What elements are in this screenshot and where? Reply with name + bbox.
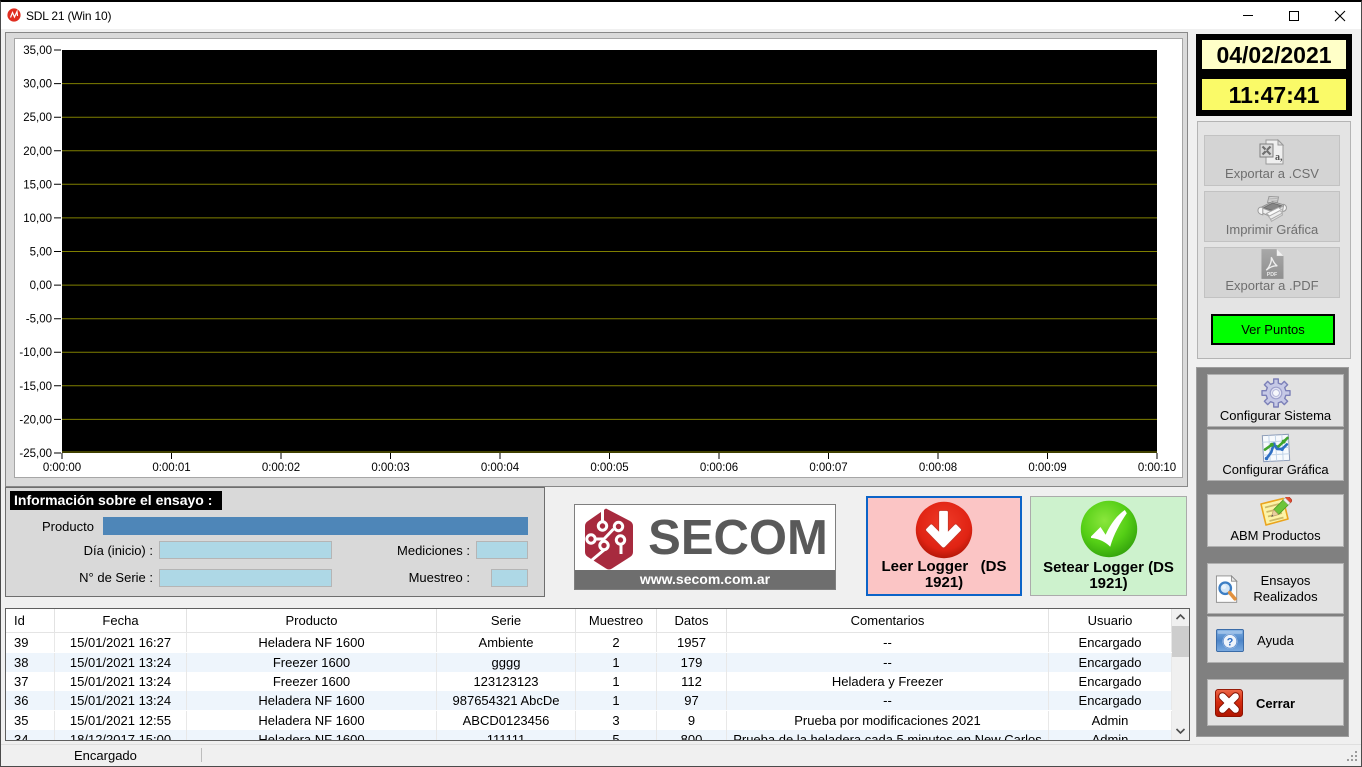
svg-text:0:00:03: 0:00:03 xyxy=(371,462,409,474)
svg-text:20,00: 20,00 xyxy=(23,146,52,158)
svg-text:-5,00: -5,00 xyxy=(26,314,52,326)
svg-text:15,00: 15,00 xyxy=(23,179,52,191)
svg-text:0,00: 0,00 xyxy=(30,280,52,292)
svg-text:5,00: 5,00 xyxy=(30,247,52,259)
svg-text:0:00:09: 0:00:09 xyxy=(1028,462,1066,474)
svg-text:0:00:02: 0:00:02 xyxy=(262,462,300,474)
svg-text:-25,00: -25,00 xyxy=(19,448,52,460)
svg-text:0:00:07: 0:00:07 xyxy=(809,462,847,474)
svg-text:0:00:01: 0:00:01 xyxy=(152,462,190,474)
svg-text:-20,00: -20,00 xyxy=(19,414,52,426)
svg-text:10,00: 10,00 xyxy=(23,213,52,225)
svg-text:35,00: 35,00 xyxy=(23,45,52,57)
svg-text:0:00:05: 0:00:05 xyxy=(590,462,628,474)
svg-text:0:00:06: 0:00:06 xyxy=(700,462,738,474)
svg-text:-10,00: -10,00 xyxy=(19,347,52,359)
svg-text:0:00:08: 0:00:08 xyxy=(919,462,957,474)
svg-text:0:00:04: 0:00:04 xyxy=(481,462,520,474)
svg-text:30,00: 30,00 xyxy=(23,79,52,91)
svg-text:-15,00: -15,00 xyxy=(19,381,52,393)
svg-text:a,: a, xyxy=(1275,152,1283,163)
svg-text:25,00: 25,00 xyxy=(23,112,52,124)
svg-text:0:00:00: 0:00:00 xyxy=(43,462,81,474)
svg-text:0:00:10: 0:00:10 xyxy=(1138,462,1176,474)
